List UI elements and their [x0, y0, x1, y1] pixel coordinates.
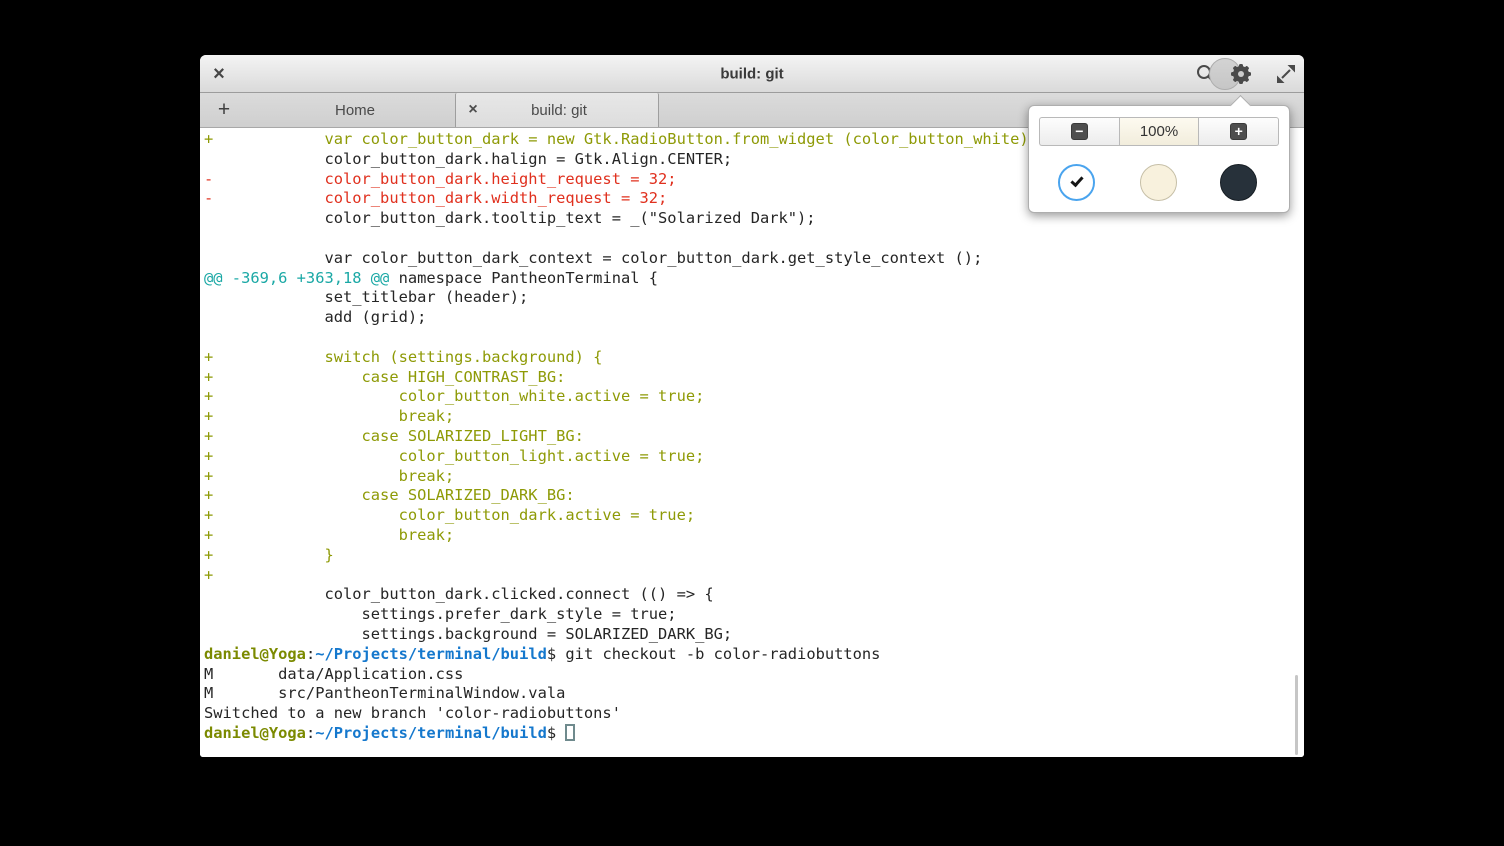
- terminal-line: +: [204, 566, 1304, 586]
- terminal-output[interactable]: + var color_button_dark = new Gtk.RadioB…: [200, 128, 1304, 757]
- zoom-level-button[interactable]: 100%: [1119, 117, 1200, 146]
- tab-close-icon[interactable]: ×: [456, 101, 490, 119]
- terminal-line: + color_button_dark.active = true;: [204, 506, 1304, 526]
- terminal-line: M data/Application.css: [204, 665, 1304, 685]
- terminal-line: var color_button_dark_context = color_bu…: [204, 249, 1304, 269]
- tab-label: Home: [335, 102, 375, 119]
- scrollbar-thumb[interactable]: [1295, 675, 1298, 755]
- settings-popover: − 100% +: [1028, 105, 1290, 213]
- terminal-line: [204, 328, 1304, 348]
- color-button-solarized-dark[interactable]: [1220, 164, 1257, 201]
- plus-icon: +: [1230, 123, 1247, 140]
- terminal-line: + case SOLARIZED_DARK_BG:: [204, 486, 1304, 506]
- terminal-line: add (grid);: [204, 308, 1304, 328]
- terminal-line: + color_button_white.active = true;: [204, 387, 1304, 407]
- tab-label: build: git: [490, 102, 628, 119]
- terminal-line: + }: [204, 546, 1304, 566]
- close-icon: ×: [213, 64, 225, 84]
- tab-home[interactable]: Home: [255, 93, 455, 127]
- terminal-line: M src/PantheonTerminalWindow.vala: [204, 684, 1304, 704]
- terminal-line: settings.prefer_dark_style = true;: [204, 605, 1304, 625]
- settings-button[interactable]: [1225, 57, 1257, 90]
- new-tab-button[interactable]: +: [210, 93, 238, 127]
- zoom-in-button[interactable]: +: [1199, 117, 1279, 146]
- terminal-cursor: [565, 724, 575, 741]
- terminal-line: daniel@Yoga:~/Projects/terminal/build$: [204, 724, 1304, 744]
- terminal-line: set_titlebar (header);: [204, 288, 1304, 308]
- terminal-line: @@ -369,6 +363,18 @@ namespace PantheonT…: [204, 269, 1304, 289]
- terminal-line: + break;: [204, 467, 1304, 487]
- terminal-line: color_button_dark.clicked.connect (() =>…: [204, 585, 1304, 605]
- terminal-line: + case HIGH_CONTRAST_BG:: [204, 368, 1304, 388]
- terminal-line: Switched to a new branch 'color-radiobut…: [204, 704, 1304, 724]
- terminal-line: + break;: [204, 526, 1304, 546]
- fullscreen-button[interactable]: [1270, 57, 1302, 90]
- minus-icon: −: [1071, 123, 1088, 140]
- color-button-solarized-light[interactable]: [1140, 164, 1177, 201]
- terminal-line: [204, 229, 1304, 249]
- window-close-button[interactable]: ×: [203, 57, 235, 90]
- zoom-control: − 100% +: [1039, 117, 1279, 146]
- expand-icon: [1275, 63, 1297, 85]
- terminal-line: + color_button_light.active = true;: [204, 447, 1304, 467]
- terminal-line: settings.background = SOLARIZED_DARK_BG;: [204, 625, 1304, 645]
- color-button-high-contrast[interactable]: [1058, 164, 1095, 201]
- checkmark-icon: [1070, 174, 1083, 188]
- terminal-line: daniel@Yoga:~/Projects/terminal/build$ g…: [204, 645, 1304, 665]
- gear-icon: [1230, 63, 1252, 85]
- terminal-line: + switch (settings.background) {: [204, 348, 1304, 368]
- titlebar[interactable]: × build: git: [200, 55, 1304, 93]
- window-title: build: git: [720, 65, 783, 82]
- tab-build-git[interactable]: × build: git: [455, 93, 659, 127]
- terminal-line: + break;: [204, 407, 1304, 427]
- plus-icon: +: [218, 98, 230, 122]
- terminal-line: + case SOLARIZED_LIGHT_BG:: [204, 427, 1304, 447]
- zoom-level-value: 100%: [1140, 123, 1178, 140]
- zoom-out-button[interactable]: −: [1039, 117, 1119, 146]
